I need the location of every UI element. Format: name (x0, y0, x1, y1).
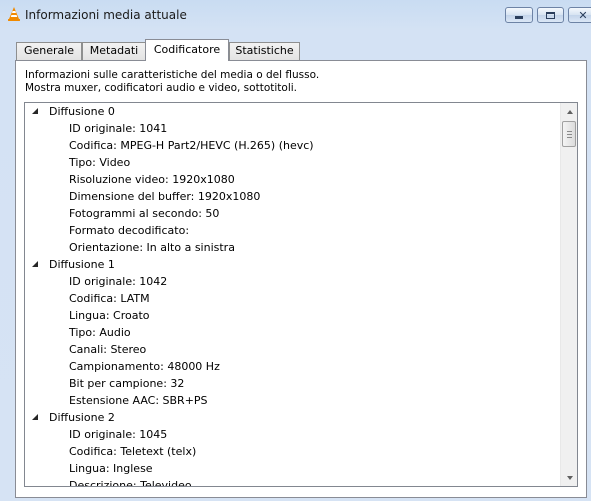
tree-item-label: Risoluzione video: 1920x1080 (69, 173, 235, 186)
tree-item-label: Estensione AAC: SBR+PS (69, 394, 208, 407)
tab-statistiche[interactable]: Statistiche (229, 42, 300, 60)
tree-item-label: Codifica: LATM (69, 292, 150, 305)
vlc-cone-icon (8, 7, 20, 21)
panel-description: Informazioni sulle caratteristiche del m… (25, 69, 319, 95)
tree-group-label: Diffusione 0 (49, 105, 115, 118)
expand-arrow-icon[interactable] (32, 261, 38, 267)
tree-item-label: Fotogrammi al secondo: 50 (69, 207, 220, 220)
media-info-window: Informazioni media attuale ✕ Generale Me… (0, 0, 591, 501)
tree-item-label: Descrizione: Televideo (69, 479, 192, 487)
tree-item-label: Canali: Stereo (69, 343, 147, 356)
tree-item-label: Bit per campione: 32 (69, 377, 185, 390)
tree-item-label: ID originale: 1045 (69, 428, 168, 441)
expand-arrow-icon[interactable] (32, 414, 38, 420)
tree-item-label: Tipo: Audio (69, 326, 131, 339)
arrow-up-icon (566, 109, 573, 114)
grip-line (567, 137, 572, 138)
expand-arrow-icon[interactable] (32, 108, 38, 114)
tab-generale[interactable]: Generale (16, 42, 82, 60)
codec-tree-view[interactable]: Diffusione 0 ID originale: 1041 Codifica: … (24, 102, 578, 487)
codec-panel: Informazioni sulle caratteristiche del m… (15, 60, 587, 498)
title-bar[interactable]: Informazioni media attuale ✕ (0, 0, 591, 34)
maximize-button[interactable] (537, 7, 564, 23)
tree-item-label: Orientazione: In alto a sinistra (69, 241, 235, 254)
minimize-button[interactable] (505, 7, 533, 23)
tab-codificatore[interactable]: Codificatore (145, 39, 229, 61)
tree-group-label: Diffusione 1 (49, 258, 115, 271)
tree-group-label: Diffusione 2 (49, 411, 115, 424)
close-icon: ✕ (578, 8, 588, 22)
tree-item-label: Codifica: Teletext (telx) (69, 445, 197, 458)
scroll-up-button[interactable] (562, 103, 577, 120)
scrollbar-thumb[interactable] (562, 121, 576, 147)
vertical-scrollbar[interactable] (560, 103, 577, 486)
grip-line (567, 131, 572, 132)
window-title: Informazioni media attuale (25, 8, 187, 22)
tree-item-label: Lingua: Croato (69, 309, 150, 322)
minimize-icon (515, 16, 523, 19)
tree-item-label: Tipo: Video (69, 156, 131, 169)
tree-item-label: Campionamento: 48000 Hz (69, 360, 220, 373)
description-line: Informazioni sulle caratteristiche del m… (25, 69, 320, 81)
tree-item-label: ID originale: 1041 (69, 122, 168, 135)
tree-item-label: Lingua: Inglese (69, 462, 153, 475)
maximize-icon (546, 11, 555, 19)
tree-item-label: Codifica: MPEG-H Part2/HEVC (H.265) (hev… (69, 139, 314, 152)
grip-line (567, 134, 572, 135)
arrow-down-icon (566, 475, 573, 480)
scroll-down-button[interactable] (562, 469, 577, 486)
tree-item-label: ID originale: 1042 (69, 275, 168, 288)
tree-item-label: Dimensione del buffer: 1920x1080 (69, 190, 261, 203)
close-button[interactable]: ✕ (568, 7, 591, 23)
tab-metadati[interactable]: Metadati (82, 42, 146, 60)
tree-item-label: Formato decodificato: (69, 224, 190, 237)
description-line: Mostra muxer, codificatori audio e video… (25, 82, 297, 94)
